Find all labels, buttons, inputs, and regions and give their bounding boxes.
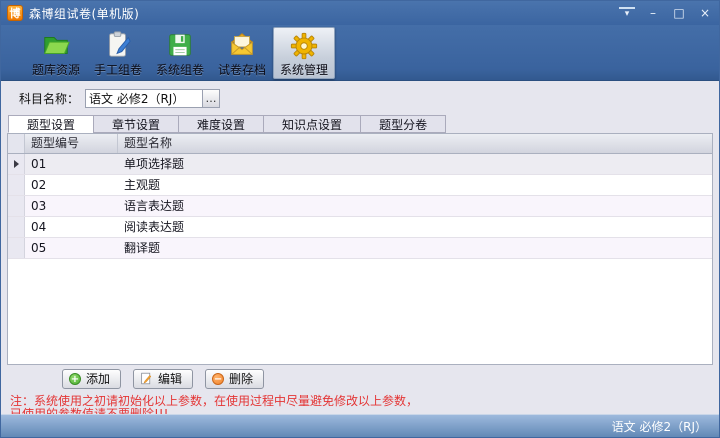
table-row[interactable]: 05 翻译题 [8,238,712,259]
cell-code: 04 [25,217,118,237]
button-label: 添加 [86,370,110,387]
cell-name: 主观题 [118,175,712,195]
subject-row: 科目名称： … [19,89,713,108]
toolbar-item-paper-archive[interactable]: 试卷存档 [211,27,273,79]
main-toolbar: 题库资源 手工组卷 [1,25,719,81]
toolbar-item-question-bank[interactable]: 题库资源 [25,27,87,79]
toolbar-item-system-manage[interactable]: 系统管理 [273,27,335,79]
edit-button[interactable]: 编辑 [133,369,193,389]
toolbar-item-label: 题库资源 [32,61,80,78]
app-window: 博 森博组试卷(单机版) ▾ – □ × 题库资源 [0,0,720,438]
window-controls: ▾ – □ × [619,6,713,20]
toolbar-item-label: 系统组卷 [156,61,204,78]
status-subject-text: 语文 必修2（RJ） [612,418,707,435]
tab-question-type-setting[interactable]: 题型设置 [8,115,93,133]
envelope-icon [226,29,258,61]
content-panel: 科目名称： … 题型设置 章节设置 难度设置 知识点设置 题型分卷 题型编号 题… [1,81,719,414]
close-button[interactable]: × [697,6,713,20]
cell-name: 单项选择题 [118,154,712,174]
question-type-table: 题型编号 题型名称 01 单项选择题 02 主观题 03 语言表达题 [7,133,713,365]
cell-code: 05 [25,238,118,258]
maximize-button[interactable]: □ [671,6,687,20]
settings-tabs: 题型设置 章节设置 难度设置 知识点设置 题型分卷 [7,115,713,133]
clipboard-pen-icon [102,29,134,61]
delete-button[interactable]: − 删除 [205,369,264,389]
subject-label: 科目名称： [19,90,79,107]
table-row[interactable]: 01 单项选择题 [8,154,712,175]
table-row[interactable]: 04 阅读表达题 [8,217,712,238]
toolbar-item-manual-assemble[interactable]: 手工组卷 [87,27,149,79]
delete-icon: − [212,373,224,385]
floppy-disk-icon [164,29,196,61]
cell-name: 阅读表达题 [118,217,712,237]
row-indicator-column-header [8,134,25,153]
cell-name: 语言表达题 [118,196,712,216]
table-row[interactable]: 02 主观题 [8,175,712,196]
toolbar-item-label: 系统管理 [280,61,328,78]
toolbar-item-label: 手工组卷 [94,61,142,78]
folder-icon [40,29,72,61]
titlebar: 博 森博组试卷(单机版) ▾ – □ × [1,1,719,25]
edit-icon [140,372,153,385]
row-gutter [8,238,25,258]
row-gutter [8,175,25,195]
cell-name: 翻译题 [118,238,712,258]
tab-chapter-setting[interactable]: 章节设置 [93,115,178,133]
cell-code: 01 [25,154,118,174]
add-button[interactable]: + 添加 [62,369,121,389]
add-icon: + [69,373,81,385]
table-header: 题型编号 题型名称 [8,134,712,154]
cell-code: 03 [25,196,118,216]
row-gutter [8,217,25,237]
button-label: 删除 [229,370,253,387]
table-row[interactable]: 03 语言表达题 [8,196,712,217]
current-row-indicator-icon [14,160,19,168]
cell-code: 02 [25,175,118,195]
tab-difficulty-setting[interactable]: 难度设置 [178,115,263,133]
column-header-code[interactable]: 题型编号 [25,134,118,153]
window-title: 森博组试卷(单机版) [29,5,139,22]
toolbar-item-system-assemble[interactable]: 系统组卷 [149,27,211,79]
button-label: 编辑 [158,370,182,387]
skin-menu-icon[interactable]: ▾ [619,7,635,19]
browse-button[interactable]: … [203,89,220,108]
statusbar: 语文 必修2（RJ） [1,414,719,437]
table-empty-area [8,259,712,364]
action-button-strip: + 添加 编辑 − 删除 [7,365,713,392]
column-header-name[interactable]: 题型名称 [118,134,712,153]
row-gutter [8,196,25,216]
app-logo-icon: 博 [7,5,23,21]
gear-icon [288,30,320,61]
row-gutter [8,154,25,174]
tab-question-type-split[interactable]: 题型分卷 [360,115,446,133]
tab-knowledge-point-setting[interactable]: 知识点设置 [263,115,360,133]
minimize-button[interactable]: – [645,6,661,20]
toolbar-item-label: 试卷存档 [218,61,266,78]
warning-note: 注：系统使用之初请初始化以上参数，在使用过程中尽量避免修改以上参数， 已使用的参… [10,395,713,414]
subject-input[interactable] [85,89,203,108]
